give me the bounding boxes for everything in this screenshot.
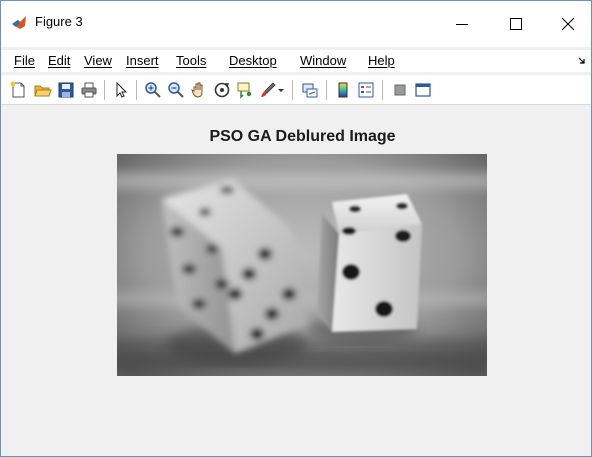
show-plot-tools-icon[interactable] [414, 81, 432, 99]
data-cursor-icon[interactable] [236, 81, 254, 99]
dice-image [117, 154, 487, 376]
title-bar[interactable]: Figure 3 [1, 1, 591, 47]
menu-bar: File Edit View Insert Tools Desktop Wind… [1, 50, 591, 72]
hide-plot-tools-icon[interactable] [391, 81, 409, 99]
toolbar-separator [382, 80, 383, 100]
save-icon[interactable] [57, 81, 75, 99]
figure-toolbar [1, 75, 591, 105]
window-title: Figure 3 [35, 14, 83, 29]
toolbar-separator [292, 80, 293, 100]
print-icon[interactable] [80, 81, 98, 99]
image-axes [117, 154, 487, 376]
menu-file[interactable]: File [14, 53, 35, 69]
minimize-icon [456, 24, 468, 25]
menu-view[interactable]: View [84, 53, 112, 69]
zoom-out-icon[interactable] [167, 81, 185, 99]
zoom-in-icon[interactable] [144, 81, 162, 99]
close-icon [562, 18, 574, 30]
pointer-icon[interactable] [112, 81, 130, 99]
menu-tools[interactable]: Tools [176, 53, 206, 69]
new-figure-icon[interactable] [9, 81, 27, 99]
minimize-button[interactable] [439, 1, 485, 47]
toolbar-separator [136, 80, 137, 100]
close-button[interactable] [545, 1, 591, 47]
menu-insert[interactable]: Insert [126, 53, 159, 69]
toolbar-separator [104, 80, 105, 100]
menu-edit[interactable]: Edit [48, 53, 70, 69]
link-plot-icon[interactable] [301, 81, 319, 99]
axes-title: PSO GA Deblured Image [209, 128, 396, 145]
matlab-logo-icon [11, 14, 27, 30]
open-file-icon[interactable] [34, 81, 52, 99]
colorbar-icon[interactable] [334, 81, 352, 99]
maximize-icon [510, 18, 522, 30]
toolbar-separator [326, 80, 327, 100]
brush-icon[interactable] [259, 81, 277, 99]
menu-desktop[interactable]: Desktop [229, 53, 277, 69]
menu-window[interactable]: Window [300, 53, 346, 69]
legend-icon[interactable] [357, 81, 375, 99]
dock-arrow-icon[interactable] [578, 57, 586, 65]
figure-window: Figure 3 File Edit View Insert Tools Des… [0, 0, 592, 457]
brush-dropdown-icon[interactable] [277, 81, 285, 99]
pan-icon[interactable] [190, 81, 208, 99]
maximize-button[interactable] [493, 1, 539, 47]
rotate-3d-icon[interactable] [213, 81, 231, 99]
figure-canvas: PSO GA Deblured Image [1, 106, 591, 456]
menu-help[interactable]: Help [368, 53, 395, 69]
